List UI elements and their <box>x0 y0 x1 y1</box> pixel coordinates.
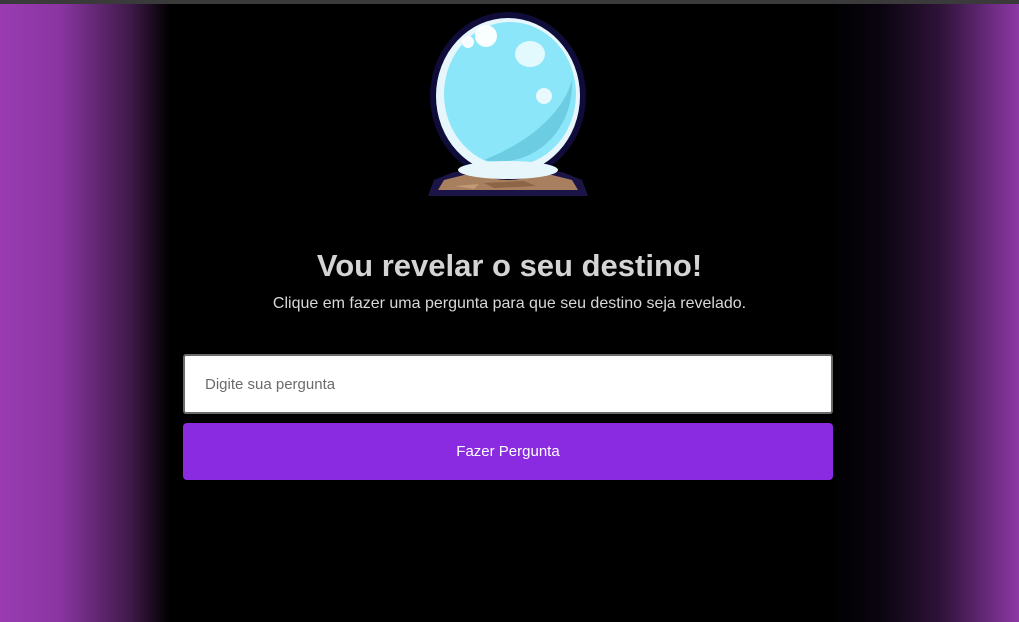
page-title: Vou revelar o seu destino! <box>316 248 703 283</box>
ask-question-button[interactable]: Fazer Pergunta <box>183 423 833 480</box>
page: Vou revelar o seu destino! Clique em faz… <box>0 0 1019 622</box>
crystal-ball-icon <box>424 10 592 200</box>
question-input[interactable] <box>183 354 833 414</box>
top-border <box>0 0 1019 4</box>
page-subtitle: Clique em fazer uma pergunta para que se… <box>272 295 747 312</box>
